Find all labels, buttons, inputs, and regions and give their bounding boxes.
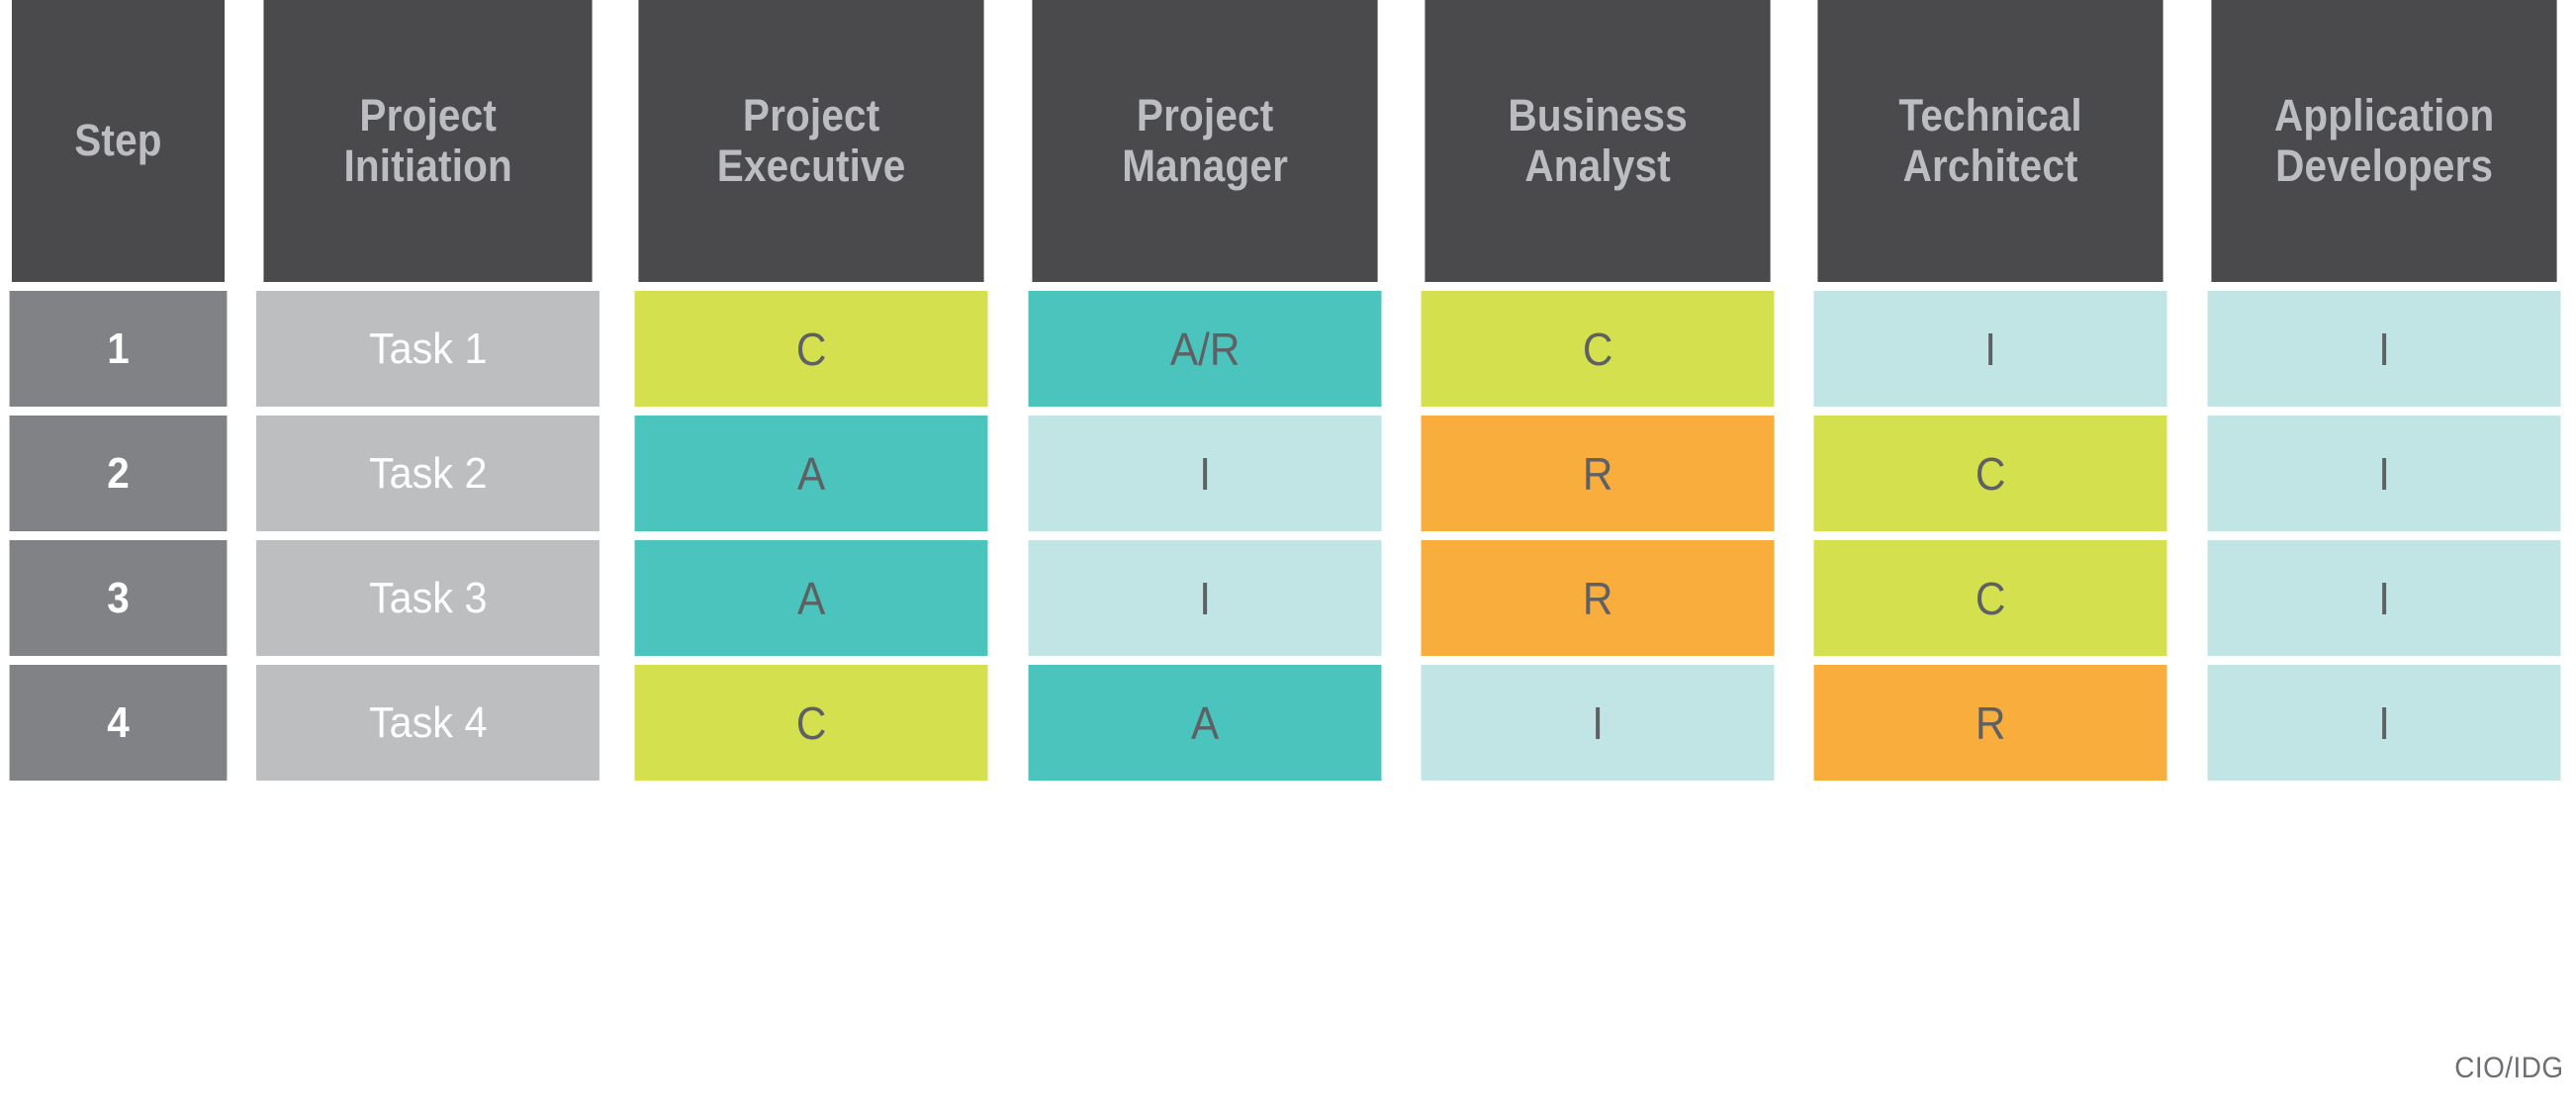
raci-cell: R bbox=[1421, 416, 1775, 531]
column-header-dev: Application Developers bbox=[2211, 0, 2557, 282]
column-header-line: Executive bbox=[717, 139, 906, 191]
table-row: 2 Task 2AIRCI bbox=[0, 416, 2576, 531]
raci-cell: C bbox=[1813, 416, 2168, 531]
column-header-line: Analyst bbox=[1524, 139, 1671, 191]
raci-cell: I bbox=[2207, 540, 2561, 656]
column-header-line: Step bbox=[74, 115, 162, 166]
step-number-cell: 1 bbox=[9, 291, 228, 407]
column-header-ba: Business Analyst bbox=[1425, 0, 1771, 282]
table-body: 1 Task 1 C A/R C I I 2 Task 2 A I R C I 3 Task 3AIRCI4T… bbox=[0, 291, 2576, 781]
raci-cell: A bbox=[634, 540, 989, 656]
raci-cell: C bbox=[634, 291, 989, 407]
attribution-credit: CIO/IDG bbox=[2454, 1052, 2564, 1084]
column-header-line: Project bbox=[1136, 89, 1274, 140]
raci-cell: I bbox=[1813, 291, 2168, 407]
column-header-line: Initiation bbox=[343, 139, 512, 191]
raci-cell: I bbox=[1421, 665, 1775, 781]
task-name-cell: Task 4 bbox=[256, 665, 600, 781]
column-header-line: Technical bbox=[1898, 89, 2083, 140]
column-header-line: Application bbox=[2273, 89, 2495, 140]
table-row: 3 Task 3AIRCI bbox=[0, 540, 2576, 656]
column-header-line: Project bbox=[359, 89, 497, 140]
step-number-cell: 2 bbox=[9, 416, 228, 531]
raci-cell: C bbox=[1421, 291, 1775, 407]
table-header: Step Project Initiation Project Executive Pro… bbox=[0, 0, 2576, 282]
raci-cell: I bbox=[2207, 665, 2561, 781]
raci-matrix-table: Step Project Initiation Project Executive Pro… bbox=[0, 0, 2576, 789]
column-header-line: Manager bbox=[1121, 139, 1288, 191]
raci-cell: I bbox=[2207, 416, 2561, 531]
raci-cell: I bbox=[2207, 291, 2561, 407]
raci-cell: A bbox=[1028, 665, 1382, 781]
step-number-cell: 3 bbox=[9, 540, 228, 656]
raci-cell: I bbox=[1028, 540, 1382, 656]
column-header-line: Project bbox=[743, 89, 880, 140]
raci-matrix-container: Step Project Initiation Project Executive Pro… bbox=[0, 0, 2576, 1103]
table-row: 4 Task 4CAIRI bbox=[0, 665, 2576, 781]
raci-cell: C bbox=[634, 665, 989, 781]
column-header-task: Project Initiation bbox=[263, 0, 593, 282]
column-header-line: Business bbox=[1508, 89, 1688, 140]
task-name-cell: Task 2 bbox=[256, 416, 600, 531]
column-header-pm: Project Manager bbox=[1032, 0, 1378, 282]
column-header-line: Developers bbox=[2274, 139, 2493, 191]
table-row: 1 Task 1 C A/R C I I bbox=[0, 291, 2576, 407]
step-number-cell: 4 bbox=[9, 665, 228, 781]
raci-cell: R bbox=[1813, 665, 2168, 781]
column-header-ta: Technical Architect bbox=[1817, 0, 2164, 282]
header-row: Step Project Initiation Project Executive Pro… bbox=[0, 0, 2576, 282]
task-name-cell: Task 3 bbox=[256, 540, 600, 656]
task-name-cell: Task 1 bbox=[256, 291, 600, 407]
column-header-step: Step bbox=[11, 0, 226, 282]
column-header-line: Architect bbox=[1902, 139, 2079, 191]
raci-cell: A/R bbox=[1028, 291, 1382, 407]
raci-cell: R bbox=[1421, 540, 1775, 656]
raci-cell: A bbox=[634, 416, 989, 531]
raci-cell: C bbox=[1813, 540, 2168, 656]
raci-cell: I bbox=[1028, 416, 1382, 531]
column-header-exec: Project Executive bbox=[638, 0, 985, 282]
